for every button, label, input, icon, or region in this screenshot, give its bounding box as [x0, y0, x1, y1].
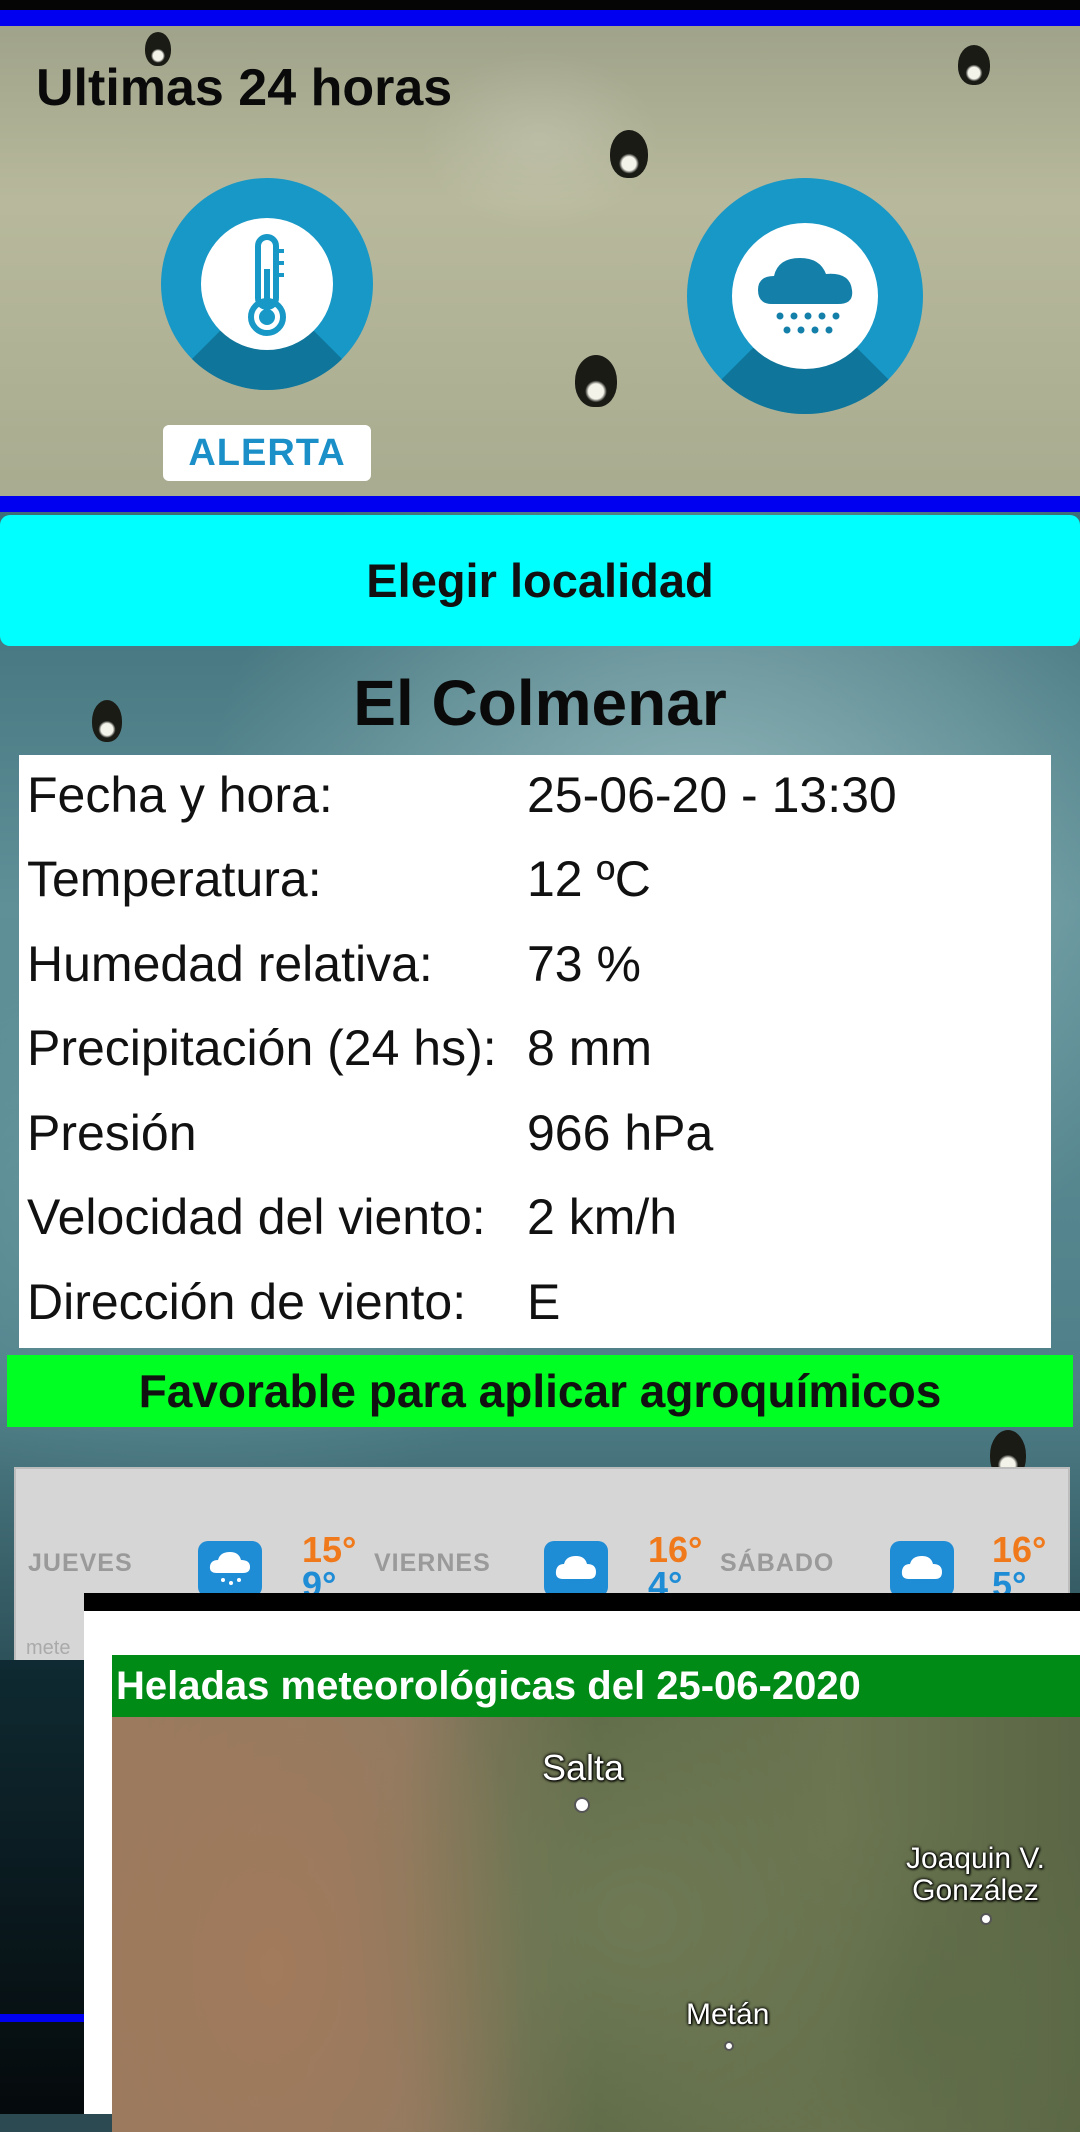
row-value: 966 hPa: [527, 1105, 714, 1161]
table-row: Humedad relativa: 73 %: [27, 924, 641, 1004]
map-city-label: Salta: [542, 1747, 625, 1788]
forecast-day-label: SÁBADO: [720, 1549, 835, 1577]
row-label: Velocidad del viento:: [27, 1189, 486, 1245]
frost-map-title: Heladas meteorológicas del 25-06-2020: [112, 1655, 1080, 1717]
table-row: Presión 966 hPa: [27, 1093, 713, 1173]
cloud-icon: [544, 1541, 608, 1597]
table-row: Fecha y hora: 25-06-20 - 13:30: [27, 755, 897, 835]
choose-location-button[interactable]: Elegir localidad: [0, 515, 1080, 646]
map-city-marker: [724, 2041, 734, 2051]
top-accent-bar: [0, 10, 1080, 26]
thermometer-icon: [201, 218, 333, 350]
row-value: 73 %: [527, 936, 641, 992]
background-shadow: [0, 1660, 84, 2114]
rain-button[interactable]: [687, 178, 923, 414]
forecast-brand: mete: [26, 1637, 71, 1659]
forecast-day-label: JUEVES: [28, 1549, 133, 1577]
row-label: Humedad relativa:: [27, 936, 433, 992]
map-city-label: Metán: [686, 1998, 770, 2031]
rain-cloud-icon: [198, 1541, 262, 1597]
forecast-day-label: VIERNES: [374, 1549, 491, 1577]
decorative-drop: [958, 45, 990, 85]
row-label: Dirección de viento:: [27, 1274, 467, 1330]
cloud-icon: [890, 1541, 954, 1597]
alert-badge[interactable]: ALERTA: [163, 425, 371, 481]
station-name: El Colmenar: [353, 667, 727, 739]
row-value: E: [527, 1274, 561, 1330]
table-row: Velocidad del viento: 2 km/h: [27, 1177, 677, 1257]
table-row: Temperatura: 12 ºC: [27, 839, 651, 919]
temperature-button[interactable]: [161, 178, 373, 390]
status-strip: [0, 0, 1080, 10]
station-data-table: Fecha y hora: 25-06-20 - 13:30 Temperatu…: [19, 755, 1051, 1348]
map-city-marker: [980, 1913, 992, 1925]
table-row: Dirección de viento: E: [27, 1262, 560, 1342]
bottom-accent-bar: [0, 2014, 84, 2022]
map-city-label: Joaquin V. González: [906, 1842, 1046, 1907]
row-label: Presión: [27, 1105, 197, 1161]
map-city-marker: [574, 1797, 590, 1813]
header-bottom-bar: [0, 496, 1080, 512]
frost-map[interactable]: Salta Joaquin V. González Metán: [112, 1717, 1080, 2132]
table-row: Precipitación (24 hs): 8 mm: [27, 1008, 652, 1088]
row-value: 8 mm: [527, 1020, 652, 1076]
page-title: Ultimas 24 horas: [36, 59, 453, 117]
agrochemical-status-banner: Favorable para aplicar agroquímicos: [7, 1355, 1073, 1427]
row-label: Precipitación (24 hs):: [27, 1020, 497, 1076]
row-label: Temperatura:: [27, 851, 322, 907]
decorative-drop: [610, 130, 648, 178]
decorative-drop: [575, 355, 617, 407]
rain-cloud-icon: [732, 223, 878, 369]
frost-map-panel[interactable]: Heladas meteorológicas del 25-06-2020 Sa…: [84, 1593, 1080, 2132]
row-value: 25-06-20 - 13:30: [527, 767, 897, 823]
row-value: 12 ºC: [527, 851, 651, 907]
row-value: 2 km/h: [527, 1189, 678, 1245]
row-label: Fecha y hora:: [27, 767, 333, 823]
